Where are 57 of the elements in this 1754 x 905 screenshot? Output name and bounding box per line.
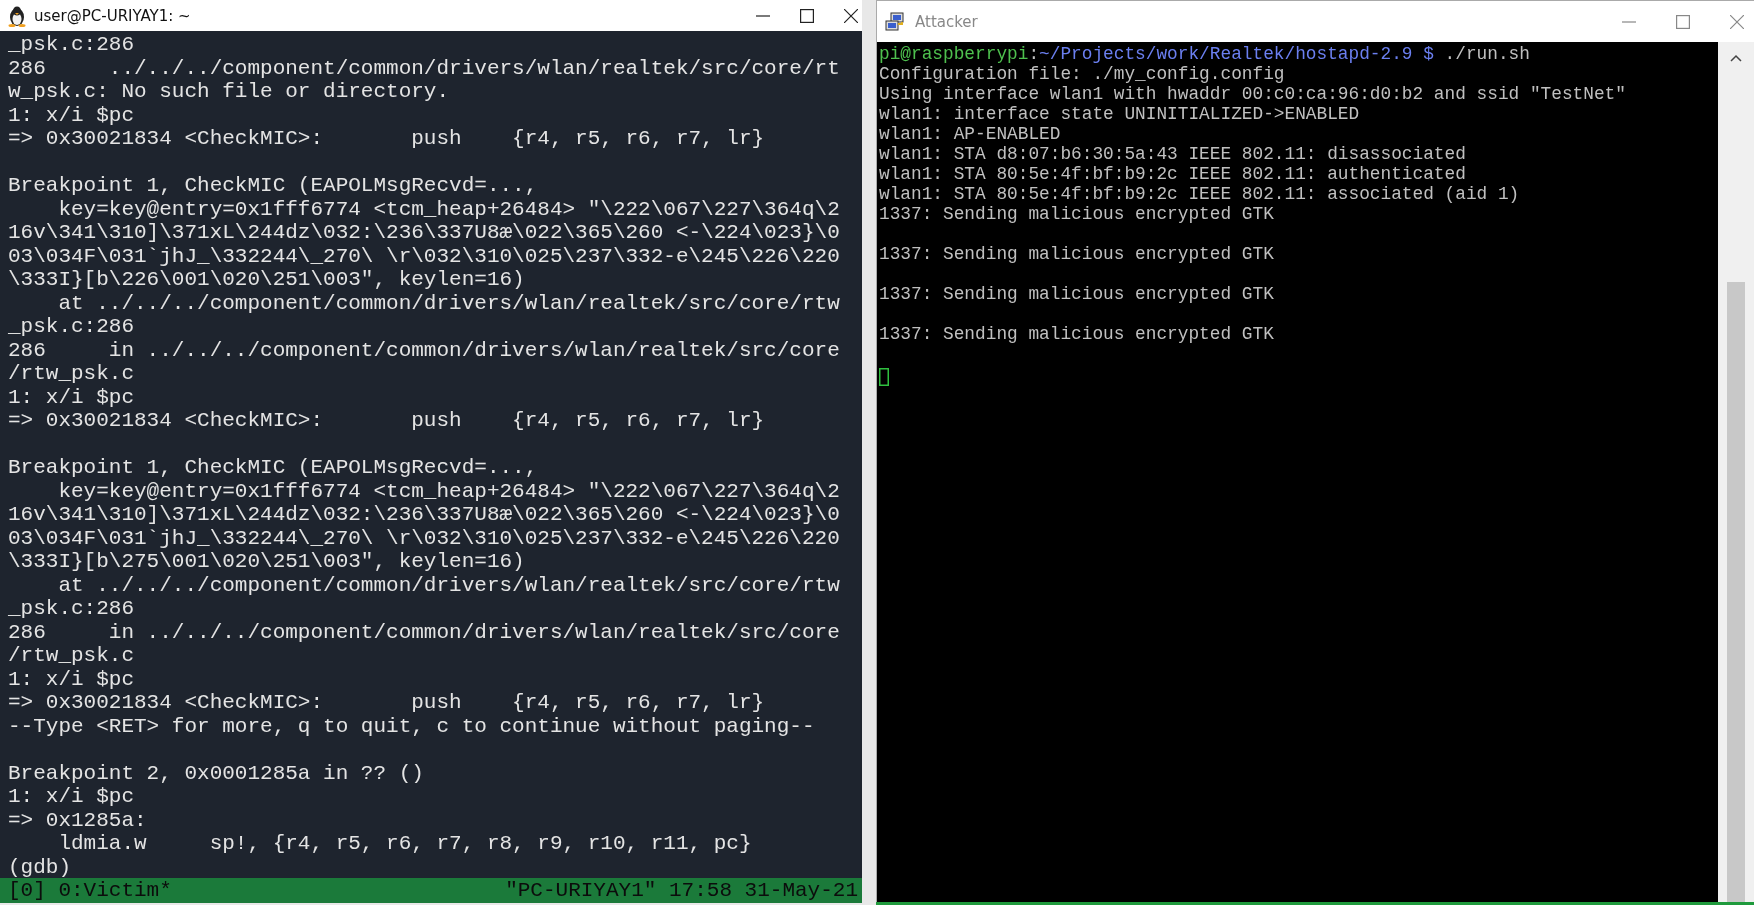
terminal-line: /rtw_psk.c: [8, 362, 135, 386]
window-title: user@PC-URIYAY1: ~: [34, 6, 192, 25]
maximize-icon[interactable]: [800, 8, 814, 23]
terminal-line: key=key@entry=0x1fff6774 <tcm_heap+26484> "\222\067\227\364q\2: [57, 197, 840, 221]
terminal-line: 1: x/i $pc: [8, 667, 135, 691]
terminal-line: 16v\341\310]\371xL\244dz\032:\236\337U8æ\022\365\260 <-\224\023}\0: [8, 503, 840, 527]
terminal-line: w_psk.c: No such file or directory.: [8, 80, 450, 104]
terminal-line: 286 in ../../../component/common/drivers/wlan/realtek/src/core: [8, 338, 840, 362]
terminal-line: key=key@entry=0x1fff6774 <tcm_heap+26484> "\222\067\227\364q\2: [57, 479, 840, 503]
terminal-line: 1337: Sending malicious encrypted GTK: [879, 284, 1274, 304]
terminal-line: ldmia.w sp!, {r4, r5, r6, r7, r8, r9, r10, r11, pc}: [57, 832, 752, 856]
terminal-line: 03\034F\031`jhJ_\332244\_270\ \r\032\310\025\237\332-e\245\226\220: [8, 526, 840, 550]
terminal-line: => 0x30021834 <CheckMIC>: push {r4, r5, r6, r7, lr}: [8, 127, 765, 151]
scroll-up-icon[interactable]: [1730, 54, 1742, 62]
window-title: Attacker: [915, 12, 979, 31]
tmux-window-label: [0] 0:Victim*: [8, 879, 172, 902]
terminal-line: --Type <RET> for more, q to quit, c to continue without paging--: [8, 714, 815, 738]
terminal-line: Using interface wlan1 with hwaddr 00:c0:ca:96:d0:b2 and ssid "TestNet": [879, 84, 1626, 104]
penguin-icon: [8, 4, 26, 27]
terminal-line: 03\034F\031`jhJ_\332244\_270\ \r\032\310\025\237\332-e\245\226\220: [8, 244, 840, 268]
terminal-line: Breakpoint 1, CheckMIC (EAPOLMsgRecvd=...,: [8, 174, 538, 198]
terminal-line: \333I}[b\275\001\020\251\003", keylen=16): [8, 550, 525, 574]
terminal-line: 1: x/i $pc: [8, 103, 135, 127]
close-icon[interactable]: [844, 8, 858, 23]
terminal-line: (gdb): [8, 855, 71, 878]
shell-prompt: pi@raspberrypi:~/Projects/work/Realtek/hostapd-2.9 $ ./run.sh: [879, 44, 1530, 64]
terminal-line: 286 in ../../../component/common/drivers/wlan/realtek/src/core: [8, 620, 840, 644]
terminal-line: Configuration file: ./my_config.config: [879, 64, 1285, 84]
terminal-line: 16v\341\310]\371xL\244dz\032:\236\337U8æ\022\365\260 <-\224\023}\0: [8, 221, 840, 245]
terminal-line: => 0x30021834 <CheckMIC>: push {r4, r5, r6, r7, lr}: [8, 691, 765, 715]
terminal-line: /rtw_psk.c: [8, 644, 135, 668]
computer-icon: [885, 11, 907, 32]
scrollbar-thumb[interactable]: [1727, 282, 1745, 902]
terminal-line: 1: x/i $pc: [8, 785, 135, 809]
terminal-line: _psk.c:286: [8, 33, 135, 57]
terminal-line: at ../../../component/common/drivers/wlan/realtek/src/core/rtw: [57, 573, 840, 597]
cursor-icon: [879, 368, 889, 386]
terminal-line: _psk.c:286: [8, 597, 135, 621]
terminal-line: wlan1: STA 80:5e:4f:bf:b9:2c IEEE 802.11: authenticated: [879, 164, 1466, 184]
terminal-line: at ../../../component/common/drivers/wlan/realtek/src/core/rtw: [57, 291, 840, 315]
terminal-line: Breakpoint 1, CheckMIC (EAPOLMsgRecvd=...,: [8, 456, 538, 480]
terminal-line: Breakpoint 2, 0x0001285a in ?? (): [8, 761, 424, 785]
terminal-line: => 0x30021834 <CheckMIC>: push {r4, r5, r6, r7, lr}: [8, 409, 765, 433]
terminal-line: 1: x/i $pc: [8, 385, 135, 409]
terminal-line: wlan1: AP-ENABLED: [879, 124, 1061, 144]
terminal-line: => 0x1285a:: [8, 808, 147, 832]
terminal-line: wlan1: STA 80:5e:4f:bf:b9:2c IEEE 802.11: associated (aid 1): [879, 184, 1520, 204]
tmux-host-clock: "PC-URIYAY1" 17:58 31-May-21: [505, 879, 858, 902]
terminal-line: 1337: Sending malicious encrypted GTK: [879, 244, 1274, 264]
scrollbar[interactable]: [1718, 42, 1754, 902]
terminal-line: wlan1: interface state UNINITIALIZED->ENABLED: [879, 104, 1360, 124]
terminal-line: 286 ../../../component/common/drivers/wlan/realtek/src/core/rt: [8, 56, 840, 80]
terminal-line: \333I}[b\226\001\020\251\003", keylen=16): [8, 268, 525, 292]
terminal-line: 1337: Sending malicious encrypted GTK: [879, 204, 1274, 224]
terminal-line: 1337: Sending malicious encrypted GTK: [879, 324, 1274, 344]
terminal-line: wlan1: STA d8:07:b6:30:5a:43 IEEE 802.11: disassociated: [879, 144, 1466, 164]
terminal-line: _psk.c:286: [8, 315, 135, 339]
